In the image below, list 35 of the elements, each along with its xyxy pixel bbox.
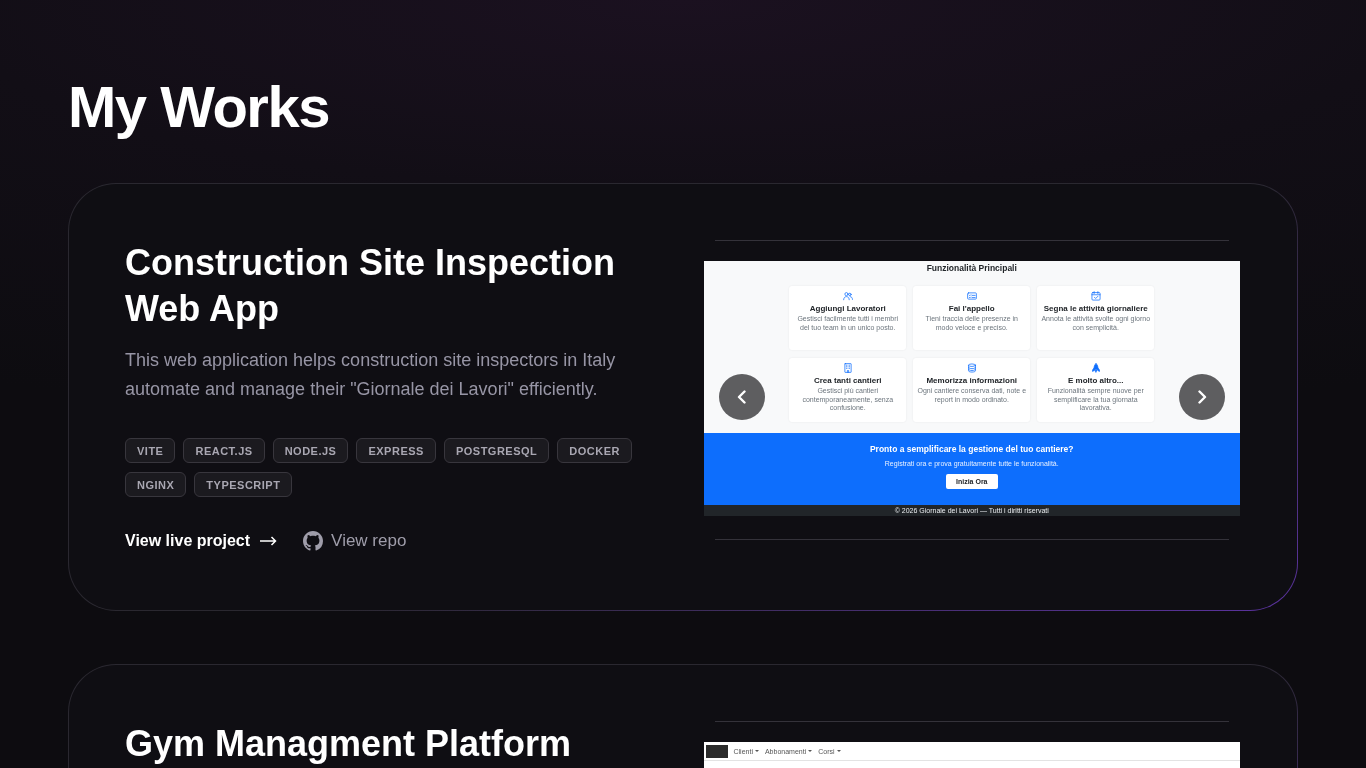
arrow-right-icon — [260, 536, 278, 546]
feature-title: Segna le attività giornaliere — [1043, 304, 1148, 314]
project-description: This web application helps construction site inspectors in Italy automate and manage their "Giornale dei Lavori" efficiently. — [125, 349, 617, 401]
tech-tag: NGINX — [125, 472, 187, 497]
github-icon — [303, 531, 324, 551]
feature-title: E molto altro... — [1067, 376, 1124, 386]
tech-tag: NODE.JS — [272, 438, 349, 463]
rocket-icon — [1090, 363, 1101, 373]
caret-icon — [754, 750, 759, 752]
cta-title: Pronto a semplificare la gestione del tuo cantiere? — [869, 444, 1074, 455]
tech-tag: REACT.JS — [183, 438, 265, 463]
tech-tag: TYPESCRIPT — [194, 472, 293, 497]
section-title: Funzionalità Principali — [926, 263, 1017, 274]
chevron-right-icon — [1195, 390, 1209, 404]
caret-icon — [808, 750, 813, 752]
building-icon — [842, 363, 853, 373]
tech-tag: EXPRESS — [356, 438, 436, 463]
tech-tag: POSTGRESQL — [443, 438, 550, 463]
project-title: Construction Site Inspection Web App — [125, 241, 617, 331]
feature-title: Crea tanti cantieri — [813, 376, 882, 386]
feature-title: Memorizza informazioni — [926, 376, 1018, 386]
feature-title: Fai l'appello — [948, 304, 995, 314]
live-project-link[interactable]: View live project — [125, 529, 278, 553]
tech-tag: VITE — [125, 438, 176, 463]
calendar-check-icon — [1090, 291, 1101, 301]
database-icon — [966, 363, 977, 373]
checklist-icon — [966, 291, 977, 301]
page-heading: My Works — [68, 73, 329, 141]
people-icon — [842, 291, 853, 301]
caret-icon — [836, 750, 841, 752]
feature-title: Aggiungi Lavoratori — [809, 304, 886, 314]
tech-tag: DOCKER — [557, 438, 632, 463]
project-title: Gym Managment Platform — [125, 722, 573, 766]
repo-link[interactable]: View repo — [303, 529, 407, 553]
logo-placeholder — [705, 744, 728, 758]
